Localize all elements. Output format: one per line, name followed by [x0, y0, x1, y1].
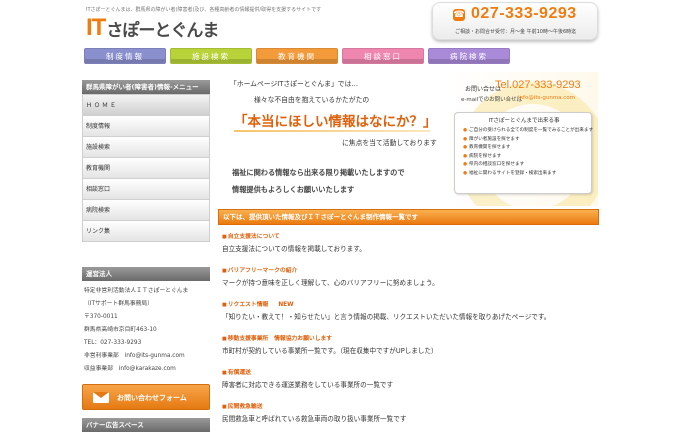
hero-banner: 「ホームページITさぽーとぐんま」では… 様々な不自由を抱えているかたがたの 「… [218, 72, 598, 206]
info-item-title[interactable]: 有償運送 [222, 369, 598, 377]
sidebar-banner-title: バナー広告スペース [82, 418, 210, 432]
feature-item: 教育機関を探せます [463, 144, 593, 153]
feature-item: ご自分の受けられる全ての制度を一覧でみることが出来ます [463, 127, 593, 136]
logo-it-text: IT [86, 14, 106, 41]
org-info: 特定非営利活動法人ＩＴさぽーとぐんま （ITサポート群馬事務局） 〒370-00… [82, 281, 210, 376]
sidebar-item-hospital-search[interactable]: 病院検索 [83, 199, 209, 220]
info-item-body: 市町村が契約している事業所一覧です。（現在収集中ですがUPしました） [222, 347, 438, 355]
org-name: 特定非営利活動法人ＩＴさぽーとぐんま [84, 288, 189, 294]
sidebar-menu: ＨＯＭＥ 制度情報 施設検索 教育機関 相談窓口 病院検索 リンク集 [82, 94, 210, 242]
envelope-icon [93, 392, 109, 403]
sidebar-item-education[interactable]: 教育機関 [83, 157, 209, 178]
sidebar-item-consultation[interactable]: 相談窓口 [83, 178, 209, 199]
sidebar-org-title: 運営法人 [82, 267, 210, 281]
nav-education[interactable]: 教育機関 [256, 48, 338, 64]
hero-line-4: 福祉に関わる情報なら出来る限り掲載いたしますので [232, 168, 405, 177]
info-item-title-row: リクエスト情報 NEW [222, 301, 598, 309]
contact-form-label: お問い合わせフォーム [117, 394, 187, 402]
nav-system-info[interactable]: 制度情報 [84, 48, 166, 64]
contact-form-button[interactable]: お問い合わせフォーム [82, 384, 210, 410]
info-item-title[interactable]: バリアフリーマークの紹介 [222, 267, 598, 275]
new-badge: NEW [278, 302, 294, 308]
hero-headline-underline [234, 130, 430, 132]
logo-name-text: さぽーとぐんま [106, 20, 219, 41]
hero-line-1: 「ホームページITさぽーとぐんま」では… [230, 80, 359, 88]
hero-contact-tel: Tel.027-333-9293 [495, 79, 581, 91]
header-business-hours: ご相談・お問合せ受付：月～金 午前10時～午後6時迄 [455, 29, 577, 35]
hero-line-3: に焦点を当て活動しております [342, 139, 437, 147]
hero-headline: 「本当にほしい情報はなにか？」 [234, 114, 437, 130]
phone-icon: ☎ [453, 9, 465, 21]
hero-mail-label: e-mailでのお問い合せは [461, 97, 523, 103]
features-list: ご自分の受けられる全ての制度を一覧でみることが出来ます 障がい者施設を探せます … [463, 127, 593, 179]
nav-facility-search[interactable]: 施設検索 [170, 48, 252, 64]
hero-line-2: 様々な不自由を抱えているかたがたの [254, 96, 370, 104]
info-item-title[interactable]: リクエスト情報 [228, 302, 269, 308]
info-item: 移動支援事業所 情報協力お願いします 市町村が契約している事業所一覧です。（現在… [222, 335, 598, 356]
global-nav: 制度情報 施設検索 教育機関 相談窓口 病院検索 [84, 48, 600, 66]
header-phone-number: 027-333-9293 [471, 5, 577, 22]
sidebar-item-home[interactable]: ＨＯＭＥ [83, 94, 209, 115]
info-item-body: 「知りたい・教えて！・知らせたい」と言う情報の掲載、リクエストいただいた情報を取… [222, 313, 551, 321]
page: ITさぽーとぐんまは、群馬県の障がい者(障害者)及び、各種高齢者の情報提供/取得… [0, 0, 680, 440]
site-logo[interactable]: IT さぽーとぐんま [86, 14, 219, 41]
info-item-body: マークが持つ意味を正しく理解して、心のバリアフリーに努めましょう。 [222, 279, 439, 287]
info-item-body: 自立支援法についての情報を掲載しております。 [222, 245, 366, 253]
phone-contact-box: ☎ 027-333-9293 ご相談・お問合せ受付：月～金 午前10時～午後6時… [432, 2, 598, 40]
info-item: バリアフリーマークの紹介 マークが持つ意味を正しく理解して、心のバリアフリーに努… [222, 267, 598, 288]
org-office: （ITサポート群馬事務局） [84, 301, 154, 307]
info-list-title: 以下は、提供頂いた情報及びＩＴさぽーとぐんま制作情報一覧です [218, 209, 599, 225]
info-item: 民間救急輸送 民間救急車と呼ばれている救急車両の取り扱い事業所一覧です [222, 403, 598, 424]
sidebar-item-facility-search[interactable]: 施設検索 [83, 136, 209, 157]
feature-item: 病院を探せます [463, 153, 593, 162]
nav-consultation[interactable]: 相談窓口 [342, 48, 424, 64]
info-item: 有償運送 障害者に対応できる運送業務をしている事業所の一覧です [222, 369, 598, 390]
info-item-title[interactable]: 民間救急輸送 [222, 403, 598, 411]
org-postal-code: 〒370-0011 [84, 314, 118, 320]
info-item-body: 障害者に対応できる運送業務をしている事業所の一覧です [222, 381, 394, 389]
info-list: 自立支援法について 自立支援法についての情報を掲載しております。 バリアフリーマ… [222, 233, 598, 424]
info-item-title[interactable]: 自立支援法について [222, 233, 598, 241]
hero-mail-link[interactable]: info@its-gunma.com [518, 95, 575, 101]
features-box: ITさぽーとぐんまで出来る事 ご自分の受けられる全ての制度を一覧でみることが出来… [454, 112, 593, 194]
org-email-business[interactable]: 収益事業部 info@karakaze.com [84, 363, 210, 376]
sidebar-item-system-info[interactable]: 制度情報 [83, 115, 209, 136]
feature-item: 障がい者施設を探せます [463, 136, 593, 145]
info-item: リクエスト情報 NEW 「知りたい・教えて！・知らせたい」と言う情報の掲載、リクエ… [222, 301, 598, 322]
sidebar: 群馬県障がい者(障害者)情報-メニュー ＨＯＭＥ 制度情報 施設検索 教育機関 … [82, 80, 210, 432]
feature-item: 福祉に関わるサイトを登録・検索出来ます [463, 170, 593, 179]
sidebar-item-links[interactable]: リンク集 [83, 220, 209, 241]
features-title: ITさぽーとぐんまで出来る事 [488, 118, 560, 124]
info-item-title[interactable]: 移動支援事業所 情報協力お願いします [222, 335, 598, 343]
feature-item: 県内の相談窓口を探せます [463, 161, 593, 170]
org-address: 群馬県高崎市京目町463-10 [84, 327, 157, 333]
nav-hospital-search[interactable]: 病院検索 [428, 48, 510, 64]
site-tagline: ITさぽーとぐんまは、群馬県の障がい者(障害者)及び、各種高齢者の情報提供/取得… [86, 7, 322, 13]
sidebar-menu-title: 群馬県障がい者(障害者)情報-メニュー [82, 80, 210, 94]
info-item-body: 民間救急車と呼ばれている救急車両の取り扱い事業所一覧です [222, 415, 407, 423]
hero-line-5: 情報提供もよろしくお願いいたします [232, 185, 355, 194]
org-email-nonprofit[interactable]: 非営利事業部 info@its-gunma.com [84, 350, 210, 363]
info-item: 自立支援法について 自立支援法についての情報を掲載しております。 [222, 233, 598, 254]
org-phone: TEL：027-333-9293 [84, 340, 142, 346]
